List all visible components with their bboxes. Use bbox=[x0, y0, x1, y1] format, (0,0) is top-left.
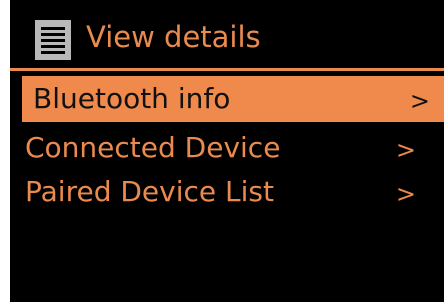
chevron-right-icon: > bbox=[409, 87, 430, 115]
device-screen: View details Bluetooth info > Connected … bbox=[10, 0, 444, 302]
menu-item-label: Bluetooth info bbox=[33, 82, 231, 115]
menu-item-bluetooth-info[interactable]: Bluetooth info > bbox=[22, 76, 444, 122]
chevron-right-icon: > bbox=[395, 136, 416, 164]
menu-item-paired-device-list[interactable]: Paired Device List > bbox=[10, 169, 442, 215]
menu-item-label: Paired Device List bbox=[25, 175, 274, 208]
menu-list-icon bbox=[35, 20, 71, 60]
menu-item-connected-device[interactable]: Connected Device > bbox=[10, 125, 442, 171]
chevron-right-icon: > bbox=[395, 180, 416, 208]
header: View details bbox=[10, 0, 444, 64]
menu-item-label: Connected Device bbox=[25, 131, 281, 164]
page-title: View details bbox=[86, 20, 261, 54]
header-divider bbox=[10, 68, 444, 71]
